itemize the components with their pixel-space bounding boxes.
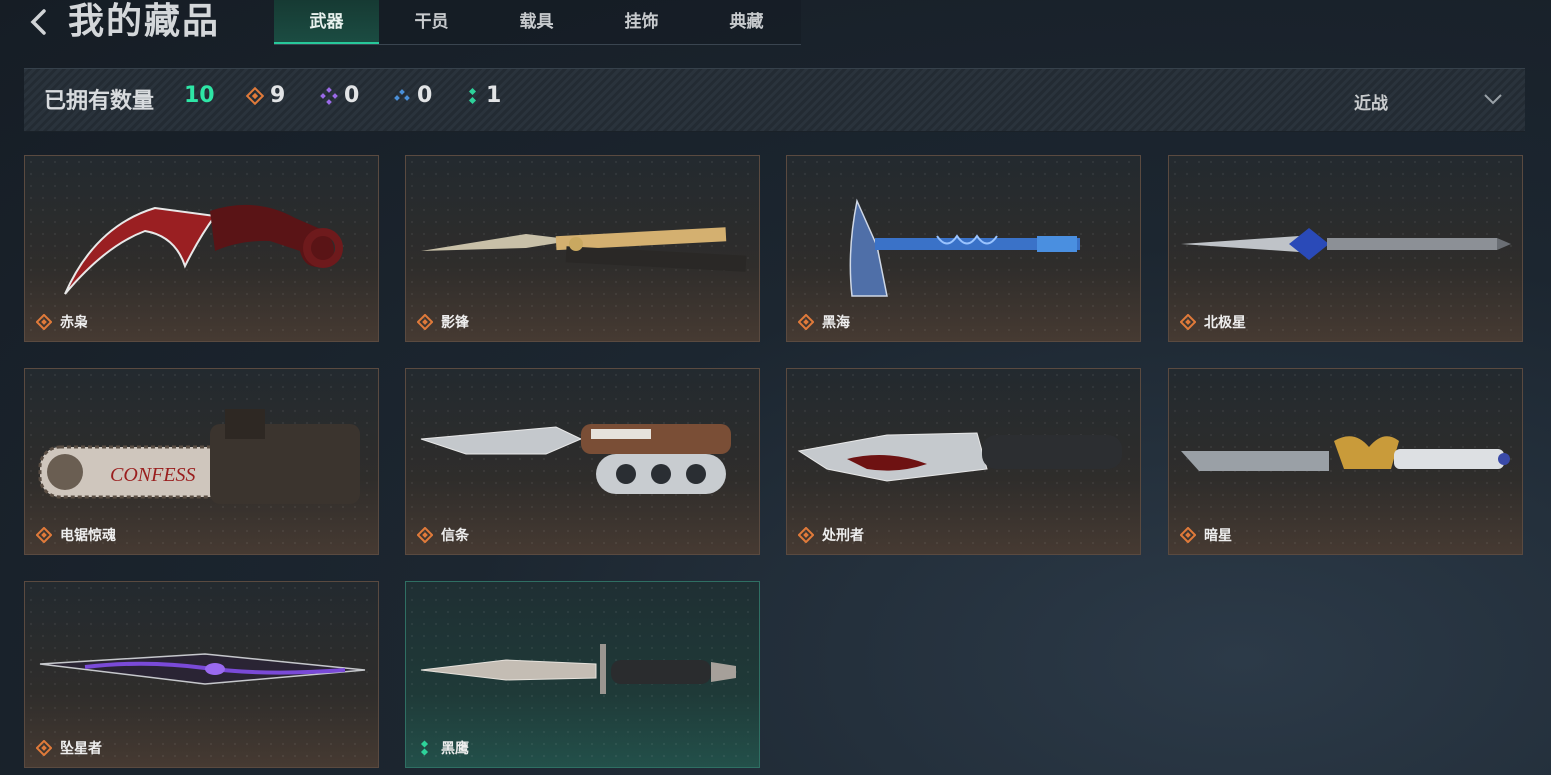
type-filter-dropdown[interactable]: 近战	[1354, 89, 1388, 114]
chainsaw-icon: CONFESS	[38, 409, 360, 504]
owned-count-label: 已拥有数量	[44, 89, 155, 114]
butterfly-knife-icon	[421, 227, 747, 272]
green-rarity-stat: 1	[466, 83, 501, 108]
serrated-knife-icon	[797, 432, 1122, 482]
orange-diamond-icon	[246, 86, 264, 105]
orange-diamond-icon	[798, 527, 814, 543]
dagger-icon	[1181, 228, 1511, 260]
weapon-card[interactable]: 黑鹰	[405, 581, 760, 768]
purple-rarity-count: 0	[344, 83, 360, 108]
tab-vehicles[interactable]: 载具	[484, 0, 589, 44]
orange-diamond-icon	[36, 740, 52, 756]
weapon-card[interactable]: 处刑者	[786, 368, 1141, 555]
svg-text:CONFESS: CONFESS	[110, 464, 196, 486]
weapon-name: 信条	[441, 528, 469, 544]
weapon-name: 暗星	[1204, 528, 1232, 544]
orange-diamond-icon	[417, 527, 433, 543]
orange-rarity-stat: 9	[246, 83, 285, 108]
knuckle-knife-icon	[420, 424, 731, 494]
ownership-stats-bar: 已拥有数量 10 9 0 0 1 近战	[24, 68, 1525, 132]
tab-operators[interactable]: 干员	[379, 0, 484, 44]
weapon-name: 北极星	[1204, 315, 1246, 331]
blue-rarity-count: 0	[417, 83, 433, 108]
weapon-card[interactable]: 北极星	[1168, 155, 1523, 342]
category-tabs: 武器 干员 载具 挂饰 典藏	[274, 0, 801, 45]
orange-diamond-icon	[798, 314, 814, 330]
orange-diamond-icon	[1180, 527, 1196, 543]
combat-knife-icon	[420, 644, 736, 694]
weapon-card[interactable]: 影锋	[405, 155, 760, 342]
header: 我的藏品 武器 干员 载具 挂饰 典藏	[0, 0, 1551, 48]
orange-diamond-icon	[1180, 314, 1196, 330]
blue-rarity-stat: 0	[393, 83, 432, 108]
golden-blade-icon	[1181, 436, 1510, 471]
weapon-card[interactable]: 坠星者	[24, 581, 379, 768]
weapon-name: 坠星者	[60, 741, 102, 757]
weapon-name: 处刑者	[822, 528, 864, 544]
weapon-name: 赤枭	[60, 315, 88, 331]
tab-collection[interactable]: 典藏	[694, 0, 799, 44]
orange-diamond-icon	[417, 314, 433, 330]
page-title: 我的藏品	[68, 1, 221, 42]
weapon-name: 影锋	[441, 315, 469, 331]
green-rarity-count: 1	[486, 83, 502, 108]
weapon-card[interactable]: 黑海	[786, 155, 1141, 342]
weapon-card[interactable]: CONFESS 电锯惊魂	[24, 368, 379, 555]
weapon-name: 黑海	[822, 315, 850, 331]
orange-diamond-icon	[36, 314, 52, 330]
orange-diamond-icon	[36, 527, 52, 543]
owned-count-value: 10	[184, 83, 215, 108]
green-dots-icon	[420, 740, 429, 756]
chevron-down-icon[interactable]	[1482, 91, 1504, 107]
purple-blade-icon	[39, 653, 366, 685]
karambit-knife-icon	[64, 204, 343, 295]
weapon-name: 电锯惊魂	[60, 528, 116, 544]
weapon-card[interactable]: 信条	[405, 368, 760, 555]
tomahawk-axe-icon	[849, 198, 1080, 297]
purple-diamond-icon	[320, 86, 338, 105]
tab-weapons[interactable]: 武器	[274, 0, 379, 44]
weapon-card[interactable]: 暗星	[1168, 368, 1523, 555]
weapon-name: 黑鹰	[441, 741, 469, 757]
weapon-card[interactable]: 赤枭	[24, 155, 379, 342]
blue-diamond-icon	[394, 88, 410, 101]
green-dots-icon	[468, 87, 477, 104]
tab-charms[interactable]: 挂饰	[589, 0, 694, 44]
back-arrow-icon[interactable]	[26, 6, 52, 38]
purple-rarity-stat: 0	[320, 83, 359, 108]
orange-rarity-count: 9	[270, 83, 286, 108]
